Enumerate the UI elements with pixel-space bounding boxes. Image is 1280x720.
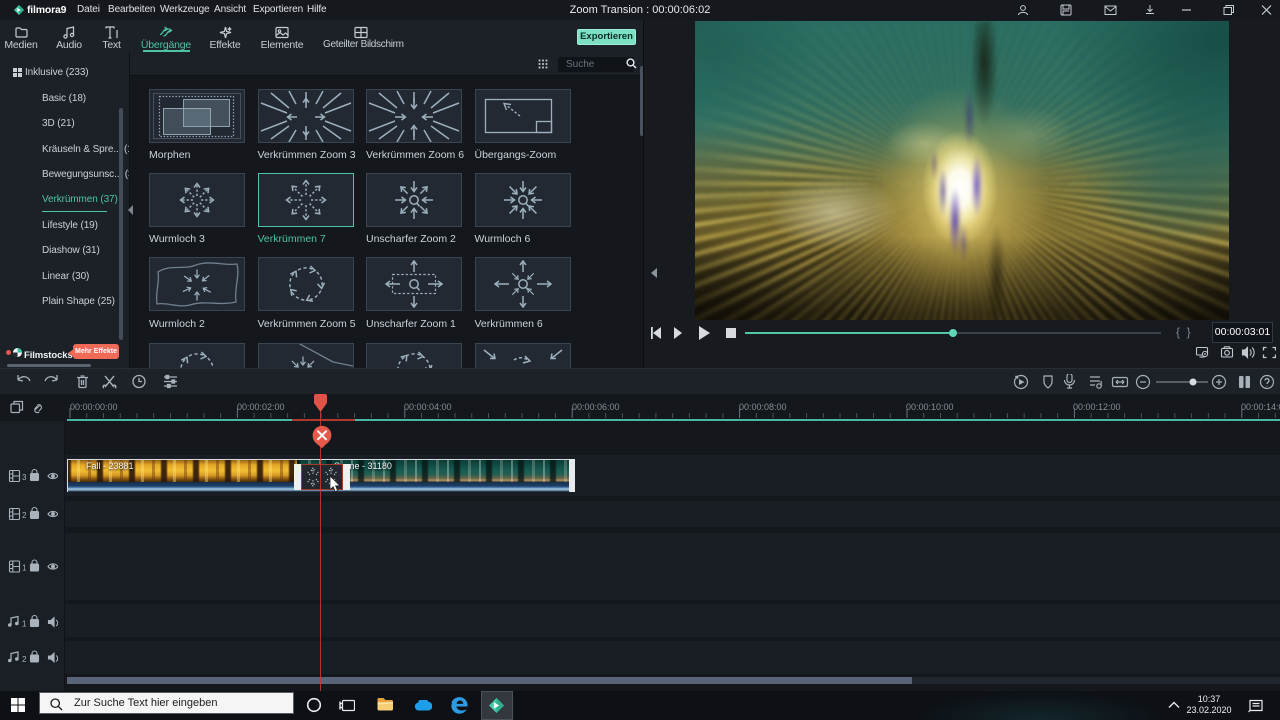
svg-text:3: 3 xyxy=(22,473,27,482)
svg-text:1: 1 xyxy=(22,564,27,573)
svg-text:2: 2 xyxy=(22,511,27,520)
svg-text:1: 1 xyxy=(22,620,27,629)
svg-text:2: 2 xyxy=(22,655,27,664)
